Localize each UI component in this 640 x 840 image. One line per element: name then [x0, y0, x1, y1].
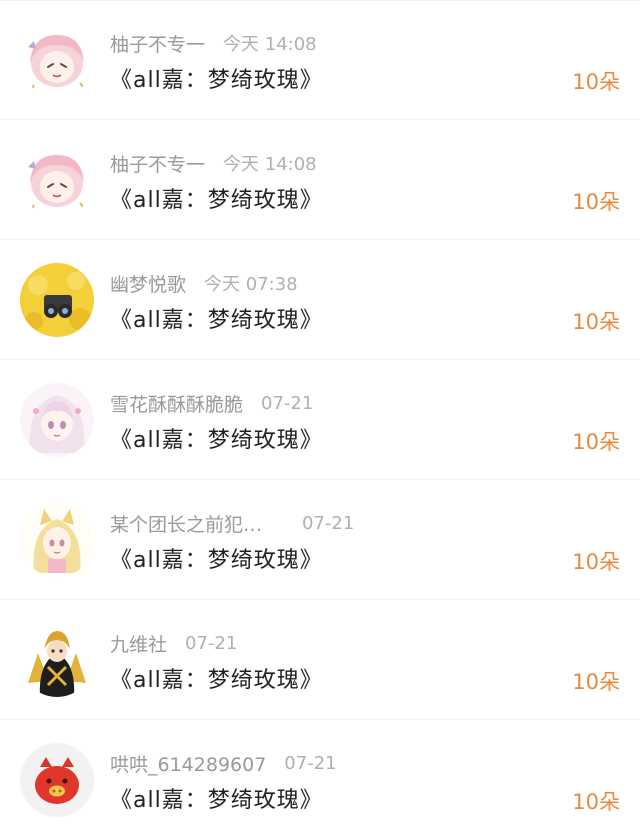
username[interactable]: 柚子不专一 — [110, 30, 205, 57]
entry-meta: 哄哄_614289607 07-21 — [110, 748, 337, 778]
avatar[interactable] — [20, 383, 94, 457]
gift-count: 10朵 — [572, 430, 620, 454]
work-title[interactable]: 《all嘉：梦绮玫瑰》 — [110, 782, 323, 814]
gift-count: 10朵 — [572, 790, 620, 814]
avatar[interactable] — [20, 263, 94, 337]
anime-character-black-gold-icon — [20, 623, 94, 697]
gift-count: 10朵 — [572, 670, 620, 694]
avatar[interactable] — [20, 503, 94, 577]
timestamp: 07-21 — [284, 752, 337, 774]
gift-count: 10朵 — [572, 550, 620, 574]
gift-count: 10朵 — [572, 310, 620, 334]
avatar[interactable] — [20, 143, 94, 217]
work-title[interactable]: 《all嘉：梦绮玫瑰》 — [110, 542, 323, 574]
work-title[interactable]: 《all嘉：梦绮玫瑰》 — [110, 662, 323, 694]
timestamp: 今天 14:08 — [223, 34, 317, 55]
entry-meta: 雪花酥酥酥脆脆 07-21 — [110, 388, 313, 418]
timestamp: 今天 14:08 — [223, 154, 317, 175]
list-item[interactable]: 九维社 07-21 《all嘉：梦绮玫瑰》 10朵 — [0, 600, 640, 720]
timestamp: 07-21 — [302, 512, 355, 534]
username[interactable]: 哄哄_614289607 — [110, 750, 266, 777]
username[interactable]: 幽梦悦歌 — [110, 270, 186, 297]
timestamp: 07-21 — [261, 392, 314, 414]
username[interactable]: 柚子不专一 — [110, 150, 205, 177]
work-title[interactable]: 《all嘉：梦绮玫瑰》 — [110, 62, 323, 94]
work-title[interactable]: 《all嘉：梦绮玫瑰》 — [110, 182, 323, 214]
entry-meta: 幽梦悦歌 今天 07:38 — [110, 268, 298, 298]
anime-girl-white-hair-icon — [20, 383, 94, 457]
list-item[interactable]: 哄哄_614289607 07-21 《all嘉：梦绮玫瑰》 10朵 — [0, 720, 640, 840]
work-title[interactable]: 《all嘉：梦绮玫瑰》 — [110, 302, 323, 334]
anime-catgirl-blonde-icon — [20, 503, 94, 577]
list-item[interactable]: 柚子不专一 今天 14:08 《all嘉：梦绮玫瑰》 10朵 — [0, 120, 640, 240]
list-item[interactable]: 某个团长之前犯… 07-21 《all嘉：梦绮玫瑰》 10朵 — [0, 480, 640, 600]
list-item[interactable]: 柚子不专一 今天 14:08 《all嘉：梦绮玫瑰》 10朵 — [0, 0, 640, 120]
list-item[interactable]: 雪花酥酥酥脆脆 07-21 《all嘉：梦绮玫瑰》 10朵 — [0, 360, 640, 480]
gift-count: 10朵 — [572, 190, 620, 214]
work-title[interactable]: 《all嘉：梦绮玫瑰》 — [110, 422, 323, 454]
avatar[interactable] — [20, 623, 94, 697]
red-pig-icon — [20, 743, 94, 817]
entry-meta: 九维社 07-21 — [110, 628, 237, 658]
anime-girl-pink-hair-icon — [20, 143, 94, 217]
avatar[interactable] — [20, 23, 94, 97]
username[interactable]: 某个团长之前犯… — [110, 510, 262, 537]
username[interactable]: 雪花酥酥酥脆脆 — [110, 390, 243, 417]
yellow-plush-binoculars-icon — [20, 263, 94, 337]
entry-meta: 柚子不专一 今天 14:08 — [110, 28, 317, 58]
gift-count: 10朵 — [572, 70, 620, 94]
list-item[interactable]: 幽梦悦歌 今天 07:38 《all嘉：梦绮玫瑰》 10朵 — [0, 240, 640, 360]
avatar[interactable] — [20, 743, 94, 817]
timestamp: 今天 07:38 — [204, 274, 298, 295]
entry-meta: 某个团长之前犯… 07-21 — [110, 508, 354, 538]
anime-girl-pink-hair-icon — [20, 23, 94, 97]
timestamp: 07-21 — [185, 632, 238, 654]
entry-meta: 柚子不专一 今天 14:08 — [110, 148, 317, 178]
gift-record-list: 柚子不专一 今天 14:08 《all嘉：梦绮玫瑰》 10朵 柚子不专一 今天 … — [0, 0, 640, 840]
username[interactable]: 九维社 — [110, 630, 167, 657]
